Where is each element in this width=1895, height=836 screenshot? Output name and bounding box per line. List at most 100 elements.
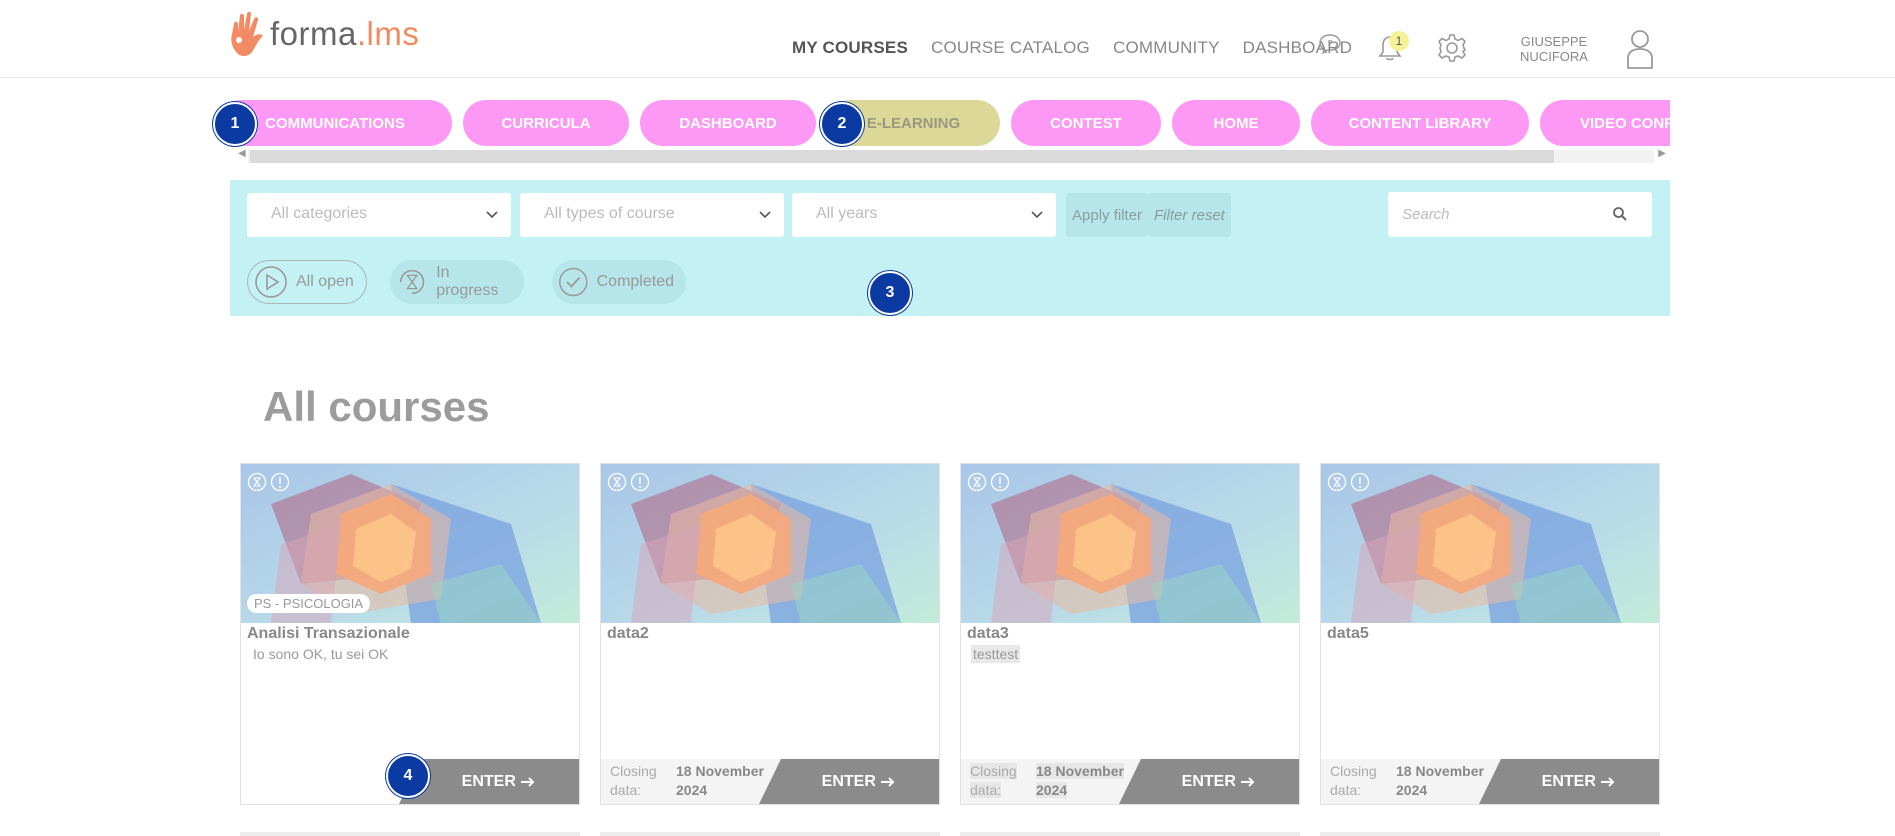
course-card[interactable]: data2 Closing data: 18 November 2024 ENTER: [600, 463, 940, 805]
step-marker-1: 1: [213, 102, 257, 146]
hand-logo-icon: [231, 11, 263, 57]
course-description: Io sono OK, tu sei OK: [253, 646, 389, 662]
step-marker-2: 2: [820, 102, 864, 146]
step-marker-3: 3: [868, 271, 912, 315]
status-all-open[interactable]: All open: [247, 260, 367, 304]
closing-date-label: Closing data:: [970, 763, 1017, 798]
gear-icon[interactable]: [1437, 33, 1467, 68]
next-row-card-edge: [600, 832, 940, 836]
hourglass-refresh-icon: [399, 269, 425, 295]
info-circle-icon: [1350, 472, 1370, 492]
course-status-icons: [967, 472, 1010, 492]
forma-lms-logo[interactable]: forma.lms: [228, 10, 419, 58]
arrow-right-icon: [521, 776, 535, 787]
year-select-value: All years: [816, 205, 878, 222]
nav-course-catalog[interactable]: COURSE CATALOG: [931, 38, 1090, 58]
course-card[interactable]: data3 testtest Closing data: 18 November 2024…: [960, 463, 1300, 805]
enter-label: ENTER: [1541, 772, 1596, 790]
notification-count-badge: 1: [1389, 31, 1409, 51]
pill-video-conference[interactable]: VIDEO CONFERENCE: [1540, 100, 1670, 146]
play-circle-icon: [255, 266, 287, 298]
closing-date-value: 18 November 2024: [1036, 763, 1124, 798]
arrow-right-icon: [1241, 776, 1255, 787]
category-select[interactable]: All categories: [247, 193, 511, 237]
logo-wordmark: forma.lms: [270, 15, 420, 52]
top-navigation: MY COURSES COURSE CATALOG COMMUNITY DASH…: [792, 38, 1375, 58]
course-title[interactable]: data3: [967, 625, 1009, 643]
course-type-select-value: All types of course: [544, 205, 675, 222]
user-last-name: NUCIFORA: [1520, 49, 1588, 64]
next-row-card-edge: [960, 832, 1300, 836]
next-row-card-edge: [1320, 832, 1660, 836]
course-card[interactable]: data5 Closing data: 18 November 2024 ENTER: [1320, 463, 1660, 805]
course-filter-panel: All categories All types of course All y…: [230, 180, 1670, 316]
next-row-card-edge: [240, 832, 580, 836]
chevron-down-icon: [486, 211, 498, 219]
hourglass-refresh-icon: [967, 472, 987, 492]
course-thumbnail[interactable]: [961, 464, 1299, 623]
enter-course-button[interactable]: ENTER: [759, 759, 939, 804]
scroll-left-icon[interactable]: ◀: [238, 148, 246, 159]
enter-course-button[interactable]: ENTER: [1119, 759, 1299, 804]
filter-reset-button[interactable]: Filter reset: [1148, 193, 1231, 237]
course-category-badge: PS - PSICOLOGIA: [247, 594, 371, 613]
closing-date-value: 18 November 2024: [1396, 763, 1484, 798]
course-title[interactable]: Analisi Transazionale: [247, 625, 410, 643]
course-title[interactable]: data5: [1327, 625, 1369, 643]
chevron-down-icon: [759, 211, 771, 219]
closing-date-label: Closing data:: [1330, 763, 1377, 798]
closing-date-value: 18 November 2024: [676, 763, 764, 798]
user-name[interactable]: GIUSEPPE NUCIFORA: [1510, 34, 1598, 64]
info-circle-icon: [990, 472, 1010, 492]
apply-filter-button[interactable]: Apply filter: [1066, 193, 1149, 237]
closing-date-label: Closing data:: [610, 763, 657, 798]
status-in-progress-label: In progress: [436, 264, 499, 299]
course-thumbnail[interactable]: [1321, 464, 1659, 623]
course-status-icons: [247, 472, 290, 492]
top-header: forma.lms MY COURSES COURSE CATALOG COMM…: [0, 0, 1895, 78]
hourglass-refresh-icon: [247, 472, 267, 492]
help-icon[interactable]: ?: [1318, 33, 1342, 60]
chevron-down-icon: [1031, 211, 1043, 219]
category-select-value: All categories: [271, 205, 368, 222]
enter-label: ENTER: [1181, 772, 1236, 790]
pill-curricula[interactable]: CURRICULA: [463, 100, 629, 146]
course-status-icons: [607, 472, 650, 492]
page-title: All courses: [263, 383, 490, 430]
course-title[interactable]: data2: [607, 625, 649, 643]
course-status-icons: [1327, 472, 1370, 492]
step-marker-4: 4: [386, 754, 430, 798]
status-in-progress[interactable]: In progress: [390, 260, 524, 304]
arrow-right-icon: [1601, 776, 1615, 787]
course-thumbnail[interactable]: [601, 464, 939, 623]
course-type-select[interactable]: All types of course: [520, 193, 784, 237]
status-completed[interactable]: Completed: [552, 260, 686, 304]
course-description: testtest: [971, 645, 1021, 663]
pill-home[interactable]: HOME: [1172, 100, 1300, 146]
status-all-open-label: All open: [296, 273, 354, 290]
scroll-right-icon[interactable]: ▶: [1658, 148, 1666, 159]
nav-my-courses[interactable]: MY COURSES: [792, 38, 908, 58]
search-placeholder: Search: [1402, 206, 1450, 223]
nav-community[interactable]: COMMUNITY: [1113, 38, 1220, 58]
search-icon[interactable]: [1612, 206, 1628, 222]
user-icon[interactable]: [1626, 28, 1654, 75]
scrollbar-thumb[interactable]: [250, 150, 1554, 163]
info-circle-icon: [270, 472, 290, 492]
pill-dashboard[interactable]: DASHBOARD: [640, 100, 816, 146]
enter-label: ENTER: [821, 772, 876, 790]
hourglass-refresh-icon: [607, 472, 627, 492]
check-circle-icon: [559, 267, 588, 297]
info-circle-icon: [630, 472, 650, 492]
search-input[interactable]: Search: [1388, 192, 1652, 237]
pill-content-library[interactable]: CONTENT LIBRARY: [1311, 100, 1529, 146]
enter-course-button[interactable]: ENTER: [1479, 759, 1659, 804]
pill-contest[interactable]: CONTEST: [1011, 100, 1161, 146]
status-completed-label: Completed: [596, 273, 674, 290]
hourglass-refresh-icon: [1327, 472, 1347, 492]
user-first-name: GIUSEPPE: [1520, 34, 1588, 49]
enter-label: ENTER: [461, 772, 516, 790]
year-select[interactable]: All years: [792, 193, 1056, 237]
category-pills-strip: COMMUNICATIONS CURRICULA DASHBOARD E-LEA…: [218, 100, 1670, 148]
pills-horizontal-scrollbar[interactable]: ◀ ▶: [234, 148, 1668, 164]
